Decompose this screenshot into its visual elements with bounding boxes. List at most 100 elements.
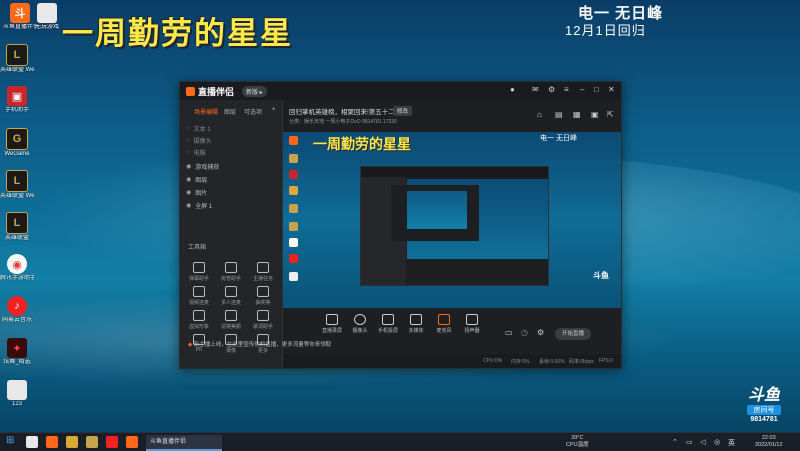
left-tabs: 场景编辑 图层 可选项 + [180, 105, 282, 117]
scene-item[interactable]: ◉ 图层 [186, 175, 207, 184]
desktop-icon-game[interactable]: ✦ 炫舞_精选 [0, 338, 34, 366]
tab-options[interactable]: 可选项 [244, 107, 262, 116]
minimize-icon[interactable]: – [580, 85, 584, 94]
speaker-button[interactable]: 扬声器 [457, 314, 487, 334]
phone-assistant-icon: ▣ [7, 86, 27, 106]
tab-layers[interactable]: 图层 [224, 107, 236, 116]
avatar[interactable]: ● [510, 85, 515, 94]
edit-title-button[interactable]: 修改 [393, 106, 413, 116]
scene-item[interactable]: ◉ 全屏 1 [186, 201, 212, 210]
taskbar-netease-icon[interactable] [106, 436, 118, 448]
left-panel: 场景编辑 图层 可选项 + ◌ 文本 1 ◌ 摄像头 ◌ 电脑 ◉ 游戏捕获 ◉ 图层 ◉… [180, 100, 283, 368]
microphone-button[interactable]: 麦克风 [429, 314, 459, 334]
status-bar: CPU:0% 内存:0% 丢帧:0.00% 码率:0kbps FPS:0 [283, 354, 621, 368]
desktop-icon-netease-music[interactable]: ♪ 网易云音乐 [0, 296, 34, 324]
export-icon[interactable]: ⇱ [607, 110, 614, 119]
grid-icon[interactable]: ▦ [573, 110, 581, 119]
multimedia-button[interactable]: 多媒体 [401, 314, 431, 334]
avatar-icon [193, 310, 205, 321]
eye-icon[interactable]: ◉ [186, 189, 191, 196]
taskbar-file-icon[interactable] [26, 436, 38, 448]
taskbar-douyu2-icon[interactable] [126, 436, 138, 448]
tool-tasks[interactable]: 主播任务 [248, 262, 278, 282]
scene-item[interactable]: ◉ 游戏捕获 [186, 162, 219, 171]
eye-icon[interactable]: ◌ [186, 126, 190, 132]
home-icon[interactable]: ⌂ [537, 110, 542, 119]
version-badge[interactable]: 新版 ▸ [242, 86, 267, 97]
danmu-icon [193, 262, 205, 273]
tool-video-link[interactable]: 视频连麦 [184, 286, 214, 306]
desktop-icon-lol[interactable]: L 英雄联盟 [0, 212, 34, 242]
settings-icon[interactable]: ⚙ [537, 328, 544, 337]
screen-capture-button[interactable]: 直播录屏 [317, 314, 347, 334]
volume-icon[interactable]: ◁ [700, 438, 705, 446]
tab-scene-edit[interactable]: 场景编辑 [194, 107, 218, 116]
phone-icon [382, 314, 394, 325]
microphone-icon [438, 314, 450, 325]
stream-title: 回归掌机英雄榜，相聚回来!第五十二天 [289, 109, 402, 116]
desktop-icon-phone-assistant[interactable]: ▣ 手机助手 [0, 86, 34, 114]
start-live-button[interactable]: 开始直播 [555, 328, 591, 340]
scene-item[interactable]: ◌ 电脑 [186, 148, 206, 158]
gift-icon[interactable]: ▣ [591, 110, 599, 119]
app-logo: 直播伴侣 [186, 85, 234, 98]
add-scene-icon[interactable]: + [272, 107, 276, 113]
tool-lyrics[interactable]: 歌词助手 [248, 310, 278, 330]
bag-icon[interactable]: ▤ [555, 110, 563, 119]
tool-beauty[interactable]: 滤镜美颜 [216, 310, 246, 330]
multi-user-icon [225, 286, 237, 297]
desktop-icon-wegame[interactable]: G WeGame [0, 128, 34, 158]
desktop-icon-lol-wegame-2[interactable]: L 英雄联盟 WeGame版 [0, 170, 34, 200]
windows-start-icon[interactable]: ⊞ [6, 435, 14, 446]
taskbar-lol-icon[interactable] [86, 436, 98, 448]
tencent-game-icon: ◉ [7, 254, 27, 274]
scene-item[interactable]: ◌ 文本 1 [186, 124, 211, 134]
tencent-game-icon [289, 238, 298, 247]
camera-button[interactable]: 摄像头 [345, 314, 375, 334]
tool-multi-link[interactable]: 多人连麦 [216, 286, 246, 306]
taskbar-douyu-icon[interactable] [46, 436, 58, 448]
wechat-icon[interactable]: ◎ [714, 438, 720, 446]
phone-cast-button[interactable]: 手机投屏 [373, 314, 403, 334]
desktop-icon-lol-wegame[interactable]: L 英雄联盟 WeGame版 [0, 44, 34, 74]
taskbar-clock[interactable]: 22:03 2022/01/12 [755, 435, 783, 449]
scene-item[interactable]: ◌ 摄像头 [186, 136, 212, 146]
close-icon[interactable]: ✕ [608, 85, 615, 94]
stream-preview[interactable]: 一周勤劳的星星 电一 无日峰 斗鱼 [283, 132, 621, 308]
tool-lottery[interactable]: 抽奖等 [248, 286, 278, 306]
eye-icon[interactable]: ◌ [186, 138, 190, 144]
camera-icon [354, 314, 366, 325]
eye-icon[interactable]: ◌ [186, 150, 190, 156]
eye-icon[interactable]: ◉ [186, 176, 191, 183]
lyrics-icon [257, 310, 269, 321]
desktop-icon-file[interactable]: 无玩游戏 [30, 3, 64, 31]
message-icon[interactable]: ✉ [532, 85, 539, 94]
notification-bar[interactable]: ◆ 新主播上线，在这里宣传你的直播，更多流量等你来领取 [188, 340, 331, 348]
maximize-icon[interactable]: □ [594, 85, 599, 94]
lol-icon [289, 204, 298, 213]
input-method-icon[interactable]: 英 [728, 438, 735, 448]
wegame-icon [289, 186, 298, 195]
record-video-icon[interactable]: ▭ [505, 328, 513, 337]
wegame-icon: G [6, 128, 28, 150]
desktop-icon-tencent-game[interactable]: ◉ 腾讯手游助手 [0, 254, 34, 282]
gift-icon [257, 286, 269, 297]
tool-room-admin[interactable]: 房管助手 [216, 262, 246, 282]
eye-icon[interactable]: ◉ [186, 202, 191, 209]
taskbar-wegame-icon[interactable] [66, 436, 78, 448]
douyu-room-badge: 斗鱼 房间号 9814781 [745, 388, 783, 434]
douyu-companion-window: 直播伴侣 新版 ▸ ● ✉ ⚙ ≡ – □ ✕ 场景编辑 图层 可选项 + ◌ 文… [179, 81, 622, 369]
menu-icon[interactable]: ≡ [564, 85, 569, 94]
tool-danmu[interactable]: 弹幕助手 [184, 262, 214, 282]
desktop-icon-123[interactable]: 123 [0, 380, 34, 408]
timer-icon[interactable]: ◷ [521, 328, 528, 337]
taskbar-active-app[interactable]: 斗鱼直播伴侣 [146, 435, 222, 451]
tool-avatar[interactable]: 虚拟形象 [184, 310, 214, 330]
chevron-up-icon[interactable]: ⌃ [672, 438, 678, 446]
scene-item[interactable]: ◉ 图片 [186, 188, 207, 197]
eye-icon[interactable]: ◉ [186, 163, 191, 170]
tools-header: 工具箱 [188, 245, 207, 251]
network-icon[interactable]: ▭ [686, 438, 693, 446]
settings-icon[interactable]: ⚙ [548, 85, 555, 94]
douyu-logo-icon [186, 87, 195, 96]
